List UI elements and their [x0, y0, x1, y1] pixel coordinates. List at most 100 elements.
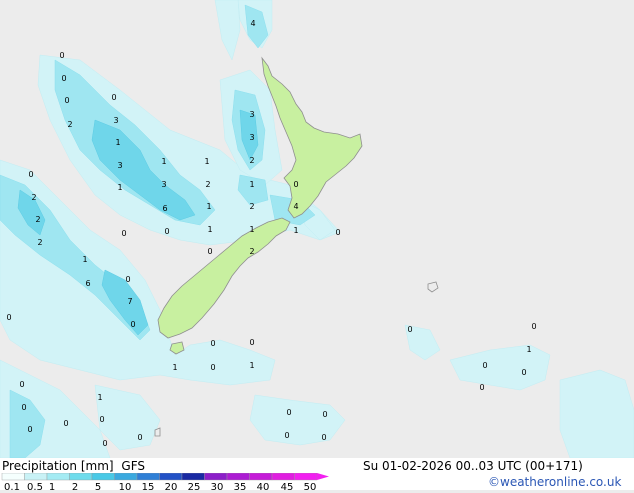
label-1-f: 1: [206, 202, 211, 211]
label-0-g: 0: [130, 320, 135, 329]
legend-tick-11: 40: [256, 482, 270, 493]
legend-tick-3: 2: [71, 482, 79, 493]
label-0-f: 0: [207, 247, 212, 256]
label-0-n: 0: [63, 419, 68, 428]
label-1-l: 1: [249, 361, 254, 370]
title-text: Precipitation [mm]: [2, 459, 114, 473]
label-0-t: 0: [322, 410, 327, 419]
label-2-e: 2: [35, 215, 40, 224]
label-0-o: 0: [99, 415, 104, 424]
legend-swatch-12: [271, 473, 295, 481]
label-0-b: 0: [121, 229, 126, 238]
legend-tick-4: 5: [94, 482, 102, 493]
label-0-w2: 0: [407, 325, 412, 334]
model-name: GFS: [121, 459, 145, 473]
legend-swatch-9: [204, 473, 228, 481]
label-2-c: 2: [205, 180, 210, 189]
label-0-u: 0: [284, 431, 289, 440]
label-2-a: 2: [67, 120, 72, 129]
label-0-q: 0: [102, 439, 107, 448]
legend-swatch-4: [91, 473, 115, 481]
copyright: ©weatheronline.co.uk: [488, 475, 622, 489]
label-4-top: 4: [250, 19, 255, 28]
legend-tick-13: 50: [303, 482, 317, 493]
legend-tick-12: 45: [280, 482, 294, 493]
label-0-h: 0: [6, 313, 11, 322]
label-0-s: 0: [286, 408, 291, 417]
label-1-c: 1: [204, 157, 209, 166]
label-0-i: 0: [210, 339, 215, 348]
label-0-m: 0: [21, 403, 26, 412]
footer-bar: Precipitation [mm] GFS Su 01-02-2026 00.…: [0, 458, 634, 493]
legend-tick-9: 30: [210, 482, 224, 493]
label-0-k: 0: [210, 363, 215, 372]
legend-tick-8: 25: [187, 482, 201, 493]
label-0-east: 0: [293, 180, 298, 189]
label-7-a: 7: [127, 297, 132, 306]
title-label: Precipitation [mm] GFS: [2, 459, 145, 473]
label-1-j: 1: [82, 255, 87, 264]
label-1-e: 1: [249, 180, 254, 189]
legend-swatch-7: [159, 473, 183, 481]
legend-swatch-8: [181, 473, 205, 481]
label-0-north-island-n: 0: [111, 93, 116, 102]
label-4-wellington: 4: [293, 202, 298, 211]
label-0-p: 0: [27, 425, 32, 434]
legend-swatch-5: [114, 473, 138, 481]
legend-tick-7: 20: [164, 482, 178, 493]
label-1-m: 1: [97, 393, 102, 402]
label-0-w: 0: [28, 170, 33, 179]
legend-arrow: [317, 473, 329, 480]
label-1-d: 1: [117, 183, 122, 192]
label-1-n: 1: [526, 345, 531, 354]
precipitation-map: 4 0 0 0 0 3 2 3 3 1 3 1 1 2 0 1 3 2 1 0 2 2 6 1 2 4 2 0 0 1 1 1 0 1 0 0 2 6 7 0…: [0, 0, 634, 458]
legend-tick-6: 15: [141, 482, 155, 493]
label-0-c: 0: [164, 227, 169, 236]
legend-tick-1: 0.5: [27, 482, 43, 493]
label-0-y: 0: [482, 361, 487, 370]
label-0-r: 0: [137, 433, 142, 442]
legend-tick-10: 35: [233, 482, 247, 493]
label-6-a: 6: [162, 204, 167, 213]
label-3-a: 3: [113, 116, 118, 125]
legend-swatch-13: [294, 473, 318, 481]
legend-swatch-10: [226, 473, 250, 481]
label-0-nw3: 0: [64, 96, 69, 105]
label-2-b: 2: [249, 156, 254, 165]
label-2-g: 2: [37, 238, 42, 247]
label-1-g: 1: [207, 225, 212, 234]
label-0-j: 0: [249, 338, 254, 347]
label-3-c: 3: [249, 133, 254, 142]
label-0-x: 0: [531, 322, 536, 331]
legend-swatch-1: [24, 473, 48, 481]
legend-swatch-3: [69, 473, 93, 481]
label-1-h: 1: [249, 225, 254, 234]
legend-tick-2: 1: [48, 482, 56, 493]
label-0-z: 0: [521, 368, 526, 377]
label-6-b: 6: [85, 279, 90, 288]
label-0-nw: 0: [59, 51, 64, 60]
label-2-d: 2: [31, 193, 36, 202]
label-0-v: 0: [321, 433, 326, 442]
label-0-aa: 0: [479, 383, 484, 392]
legend-tick-0: 0.1: [4, 482, 20, 493]
label-0-d: 0: [335, 228, 340, 237]
label-1-b: 1: [161, 157, 166, 166]
legend-tick-5: 10: [118, 482, 132, 493]
legend-swatch-0: [1, 473, 25, 481]
label-2-f: 2: [249, 202, 254, 211]
legend-swatch-2: [46, 473, 70, 481]
label-2-h: 2: [249, 247, 254, 256]
label-0-nw2: 0: [61, 74, 66, 83]
label-3-e: 3: [161, 180, 166, 189]
valid-time: Su 01-02-2026 00..03 UTC (00+171): [363, 459, 583, 473]
label-3-b: 3: [249, 110, 254, 119]
label-3-d: 3: [117, 161, 122, 170]
label-1-k: 1: [172, 363, 177, 372]
legend-swatch-6: [136, 473, 160, 481]
label-0-l: 0: [19, 380, 24, 389]
label-0-e: 0: [125, 275, 130, 284]
legend-swatch-11: [249, 473, 273, 481]
label-1-i: 1: [293, 226, 298, 235]
label-1-a: 1: [115, 138, 120, 147]
